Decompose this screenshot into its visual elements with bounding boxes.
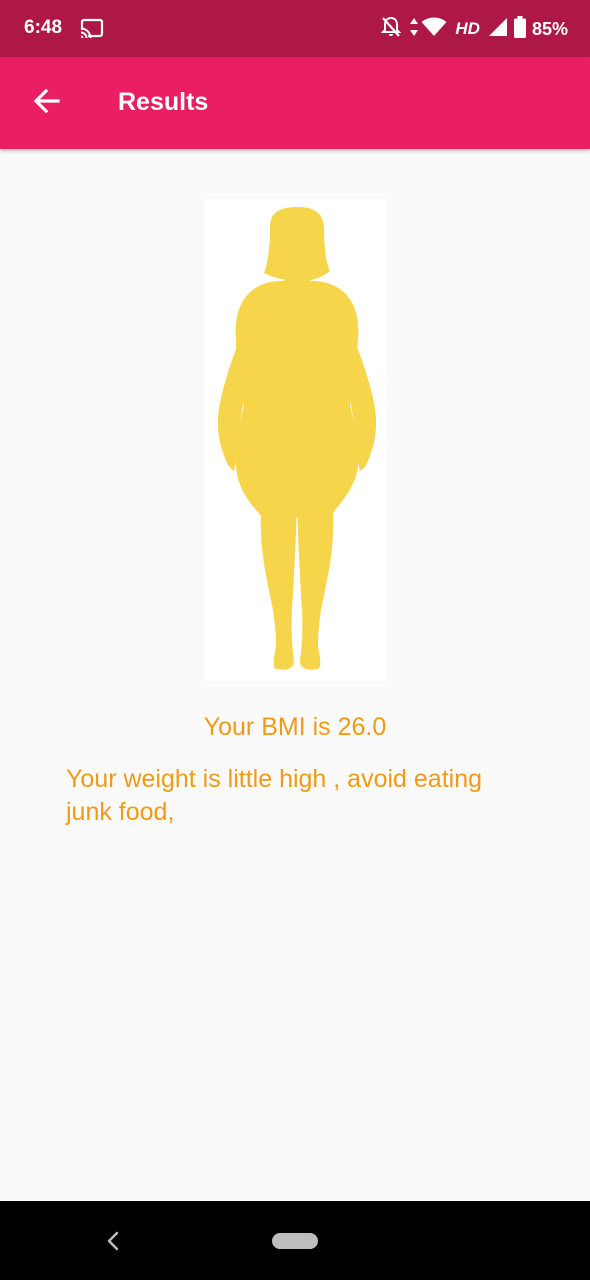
cast-icon bbox=[80, 18, 104, 43]
battery-percent: 85% bbox=[531, 18, 568, 39]
status-time: 6:48 bbox=[24, 17, 63, 38]
navigation-bar bbox=[0, 1201, 590, 1280]
page-title: Results bbox=[118, 88, 209, 116]
wifi-icon bbox=[421, 17, 447, 42]
status-bar: 6:48 HD 85% bbox=[0, 0, 590, 57]
home-pill-icon[interactable] bbox=[272, 1233, 318, 1249]
nav-back-icon[interactable] bbox=[100, 1229, 128, 1253]
bell-off-icon bbox=[380, 16, 402, 43]
data-arrows-icon bbox=[409, 17, 419, 42]
bmi-result-text: Your BMI is 26.0 bbox=[203, 713, 387, 741]
arrow-back-icon bbox=[32, 87, 60, 120]
back-button[interactable] bbox=[22, 79, 70, 127]
signal-icon bbox=[488, 17, 508, 42]
network-type: HD bbox=[455, 19, 480, 38]
status-icons: HD 85% bbox=[373, 15, 568, 43]
app-bar: Results bbox=[0, 57, 590, 149]
advice-text: Your weight is little high , avoid eatin… bbox=[66, 765, 483, 826]
body-silhouette-icon bbox=[217, 207, 377, 670]
body-silhouette-image bbox=[204, 199, 386, 681]
battery-icon bbox=[513, 15, 526, 43]
